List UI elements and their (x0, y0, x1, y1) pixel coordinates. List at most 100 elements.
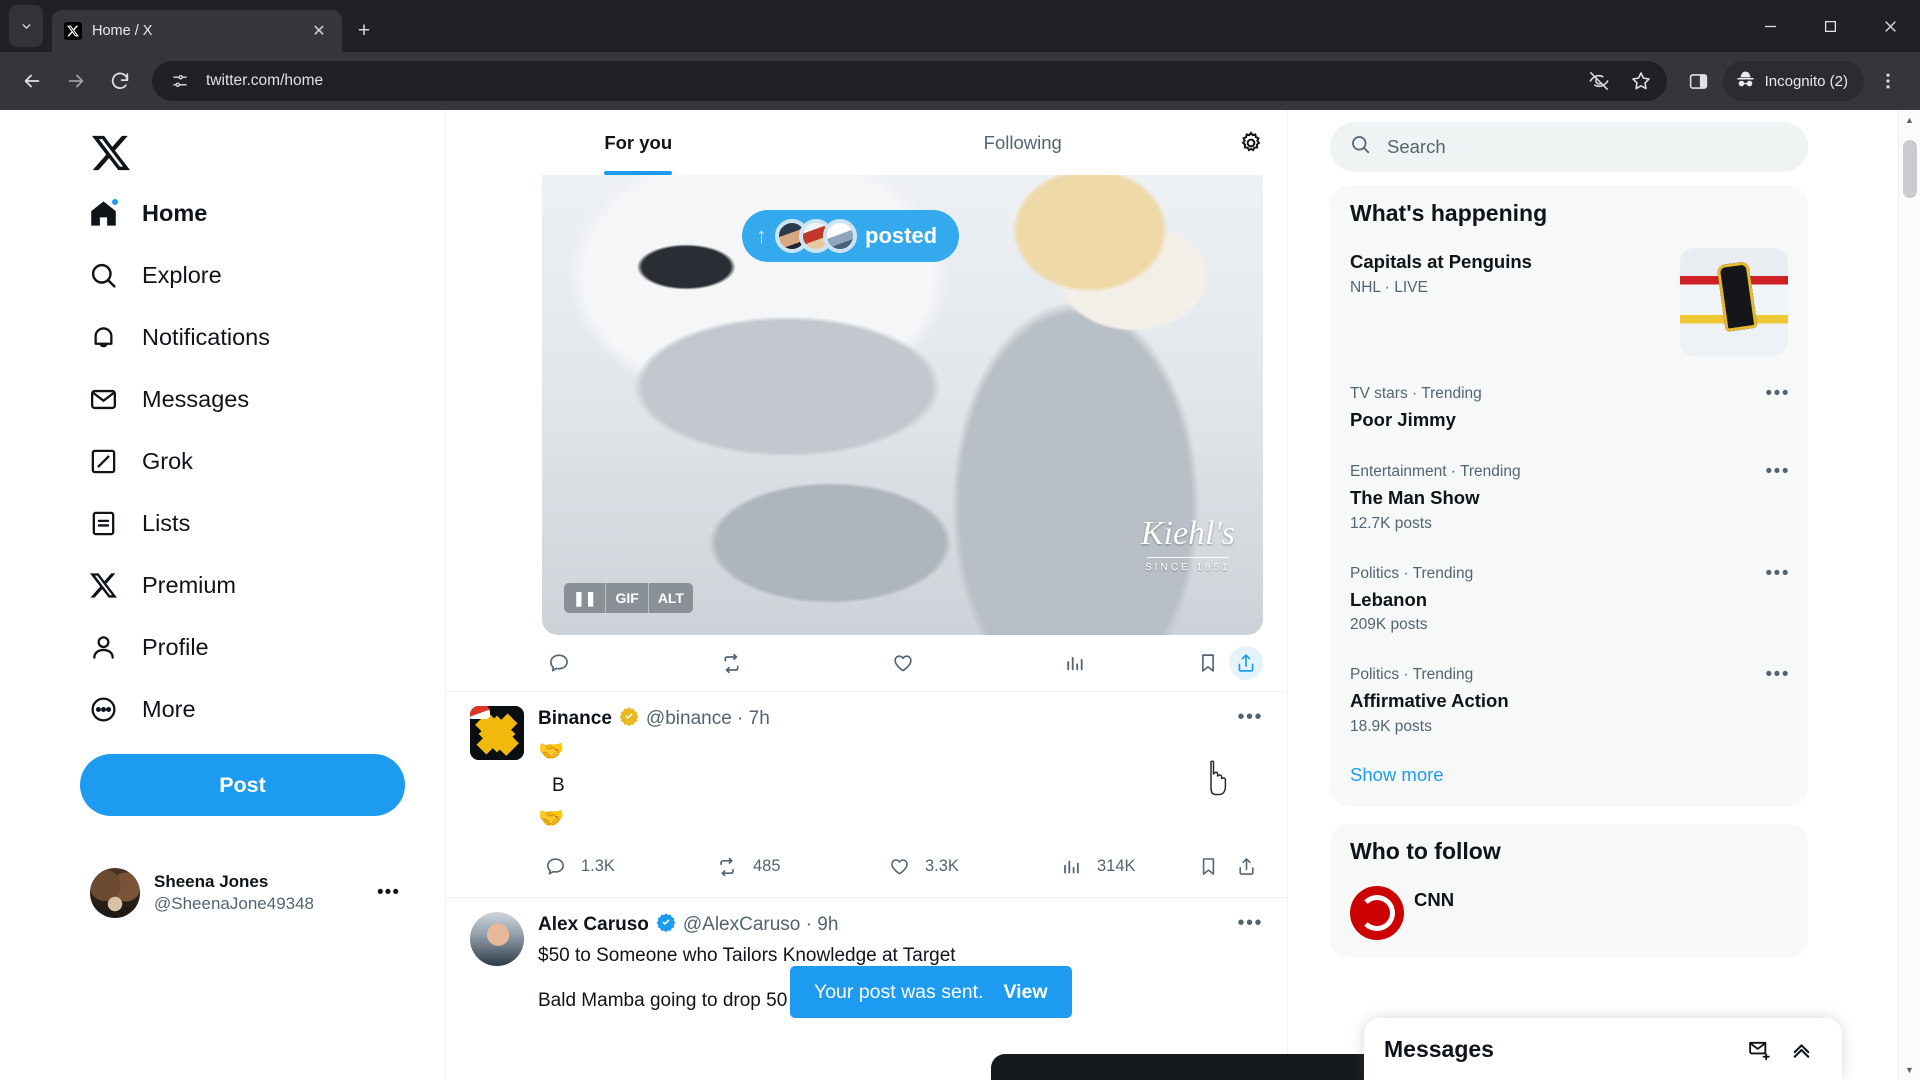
timeline-settings-button[interactable] (1215, 110, 1287, 175)
search-input[interactable]: Search (1330, 122, 1808, 172)
share-icon[interactable] (1229, 850, 1263, 884)
post-more-icon[interactable]: ••• (1237, 912, 1263, 935)
avatar[interactable] (470, 911, 524, 966)
x-logo-icon[interactable] (82, 124, 140, 182)
share-icon[interactable] (1229, 646, 1263, 680)
sidebar-item-premium[interactable]: Premium (78, 554, 250, 616)
trend-item[interactable]: Politics · Trending Lebanon 209K posts •… (1330, 549, 1808, 651)
trend-more-icon[interactable]: ••• (1766, 664, 1790, 686)
toast-view-link[interactable]: View (1003, 981, 1047, 1004)
trend-text: Politics · Trending Lebanon 209K posts (1350, 562, 1788, 638)
trend-item[interactable]: Entertainment · Trending The Man Show 12… (1330, 447, 1808, 549)
views-icon (1054, 850, 1088, 884)
window-close-button[interactable] (1860, 0, 1920, 52)
page-scrollbar[interactable]: ▲ ▼ (1898, 110, 1920, 1080)
account-switcher[interactable]: Sheena Jones @SheenaJone49348 ••• (80, 856, 410, 930)
scroll-down-arrow-icon[interactable]: ▼ (1899, 1060, 1920, 1080)
sidebar-item-label: More (142, 695, 196, 722)
chevron-up-icon[interactable] (1780, 1028, 1822, 1070)
back-icon[interactable] (12, 61, 52, 101)
like-button[interactable] (886, 646, 1058, 680)
bookmark-icon[interactable] (1191, 646, 1225, 680)
home-notification-badge (110, 197, 120, 207)
toast-notification[interactable]: Your post was sent. View (790, 966, 1072, 1018)
timeline-post[interactable]: Binance @binance · 7h ••• 🤝 B 🤝 1.3K 485… (446, 691, 1287, 897)
sidebar-item-grok[interactable]: Grok (78, 430, 207, 492)
trend-name: The Man Show (1350, 486, 1480, 508)
tab-strip: Home / X ✕ + (0, 0, 1920, 52)
sidebar-item-profile[interactable]: Profile (78, 616, 223, 678)
repost-icon (710, 850, 744, 884)
incognito-indicator[interactable]: Incognito (2) (1722, 61, 1864, 101)
trend-item[interactable]: TV stars · Trending Poor Jimmy ••• (1330, 369, 1808, 447)
side-panel-icon[interactable] (1679, 61, 1719, 101)
trend-more-icon[interactable]: ••• (1766, 563, 1790, 585)
suggested-account[interactable]: CNN (1330, 873, 1808, 953)
browser-menu-icon[interactable] (1868, 61, 1908, 101)
window-minimize-button[interactable] (1740, 0, 1800, 52)
tab-for-you[interactable]: For you (446, 110, 831, 175)
sidebar-item-notifications[interactable]: Notifications (78, 306, 284, 368)
reply-icon (538, 850, 572, 884)
post-more-icon[interactable]: ••• (1237, 706, 1263, 729)
eye-off-icon[interactable] (1579, 61, 1619, 101)
whats-happening-title: What's happening (1350, 200, 1548, 226)
messages-dock-title: Messages (1384, 1035, 1494, 1062)
bookmark-icon[interactable] (1191, 850, 1225, 884)
trend-item[interactable]: Capitals at Penguins NHL · LIVE (1330, 235, 1808, 369)
active-tab-underline (604, 170, 673, 175)
trend-more-icon[interactable]: ••• (1766, 383, 1790, 405)
page-settings-icon[interactable] (166, 67, 194, 95)
scrollbar-thumb[interactable] (1903, 140, 1917, 198)
trend-category: TV stars · Trending (1350, 385, 1482, 402)
alt-badge[interactable]: ALT (649, 583, 693, 613)
sidebar-item-lists[interactable]: Lists (78, 492, 204, 554)
sidebar-item-home[interactable]: Home (78, 182, 221, 244)
account-more-icon[interactable]: ••• (377, 882, 400, 904)
reply-button[interactable]: 1.3K (538, 850, 710, 884)
sidebar-item-messages[interactable]: Messages (78, 368, 263, 430)
search-icon (86, 258, 120, 292)
grok-icon (86, 444, 120, 478)
show-more-link[interactable]: Show more (1330, 752, 1808, 802)
tab-following[interactable]: Following (831, 110, 1216, 175)
tab-title: Home / X (92, 23, 153, 39)
trend-more-icon[interactable]: ••• (1766, 461, 1790, 483)
repost-button[interactable] (714, 646, 886, 680)
post-header: Binance @binance · 7h (538, 706, 1263, 732)
like-count: 3.3K (925, 857, 959, 876)
post-author-name[interactable]: Binance (538, 708, 612, 730)
post-author-name[interactable]: Alex Caruso (538, 914, 649, 936)
post-media[interactable]: Kiehl's SINCE 1851 ↑ posted ❚❚ GIF ALT (542, 175, 1263, 635)
star-icon[interactable] (1621, 61, 1661, 101)
trend-category: Politics · Trending (1350, 666, 1474, 684)
forward-icon[interactable] (56, 61, 96, 101)
pause-button[interactable]: ❚❚ (564, 583, 607, 613)
repost-button[interactable]: 485 (710, 850, 882, 884)
avatar[interactable] (470, 706, 524, 760)
heart-icon (886, 646, 920, 680)
tab-close-icon[interactable]: ✕ (308, 20, 330, 42)
timeline-tabs: For you Following (446, 110, 1287, 175)
new-tab-button[interactable]: + (342, 10, 386, 52)
trend-name: Affirmative Action (1350, 690, 1509, 712)
scroll-up-arrow-icon[interactable]: ▲ (1899, 110, 1920, 130)
post-text-line: B (552, 774, 565, 796)
address-bar[interactable]: twitter.com/home (152, 61, 1667, 101)
sidebar-item-more[interactable]: More (78, 678, 210, 740)
trend-item[interactable]: Politics · Trending Affirmative Action 1… (1330, 650, 1808, 752)
who-to-follow-title: Who to follow (1350, 838, 1501, 865)
reload-icon[interactable] (100, 61, 140, 101)
tab-list-chevron-icon[interactable] (9, 5, 43, 47)
post-secondary-actions (1191, 646, 1263, 680)
reply-button[interactable] (542, 646, 714, 680)
sidebar-item-label: Messages (142, 385, 250, 412)
messages-dock[interactable]: Messages (1364, 1018, 1842, 1080)
browser-tab[interactable]: Home / X ✕ (52, 10, 342, 52)
post-button[interactable]: Post (80, 754, 405, 816)
reply-icon (542, 646, 576, 680)
like-button[interactable]: 3.3K (882, 850, 1054, 884)
new-message-icon[interactable] (1738, 1028, 1780, 1070)
window-maximize-button[interactable] (1800, 0, 1860, 52)
sidebar-item-explore[interactable]: Explore (78, 244, 236, 306)
